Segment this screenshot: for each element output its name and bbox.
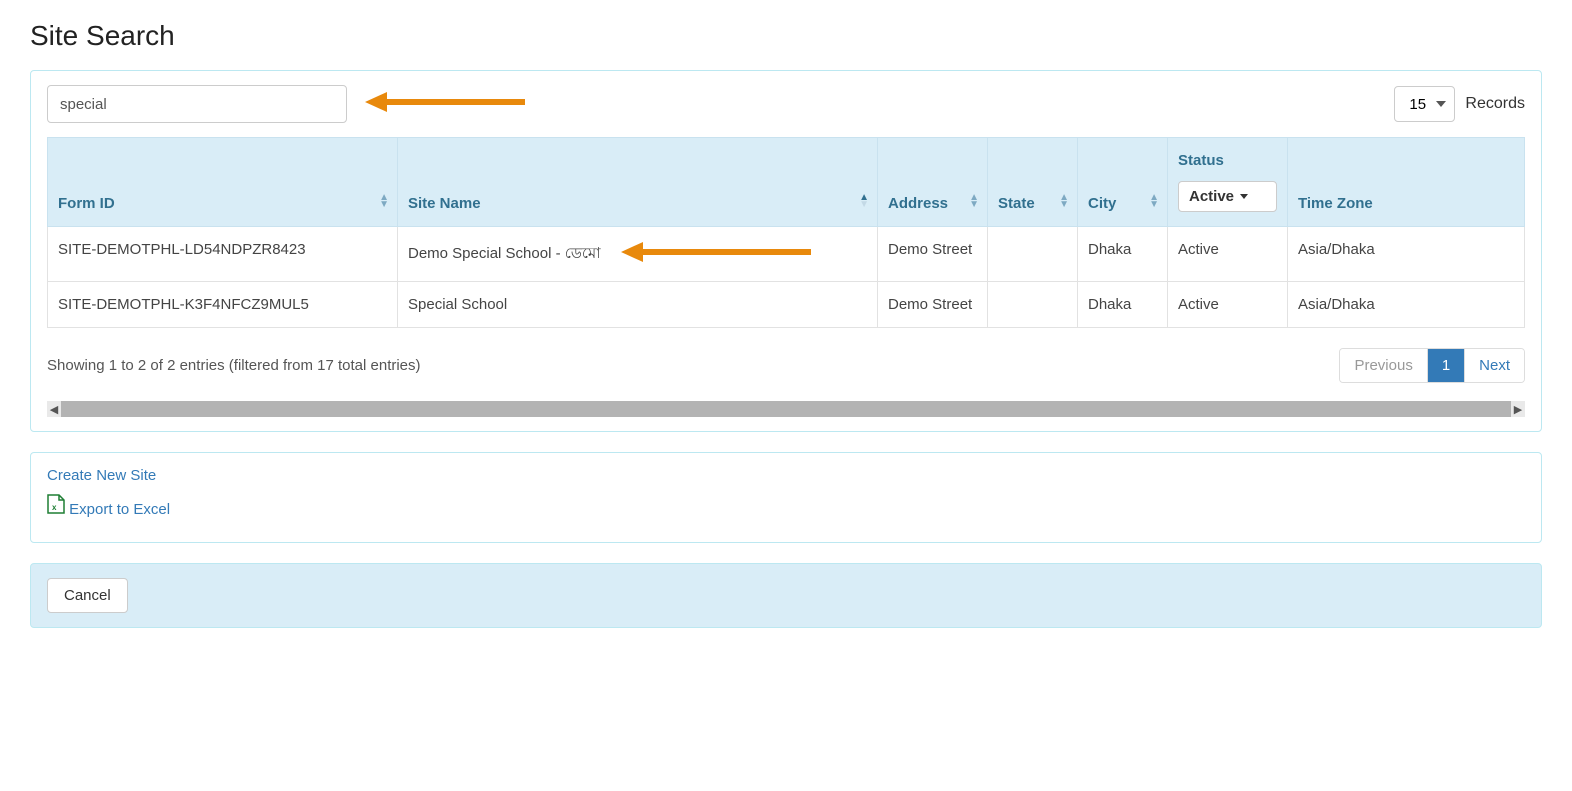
scroll-right-icon[interactable]: ▶ bbox=[1511, 401, 1525, 417]
cell-state bbox=[988, 227, 1078, 282]
page-1-button[interactable]: 1 bbox=[1427, 349, 1464, 382]
cell-site-name: Special School bbox=[398, 282, 878, 328]
horizontal-scrollbar[interactable]: ◀ ▶ bbox=[47, 401, 1525, 417]
col-header-form-id[interactable]: Form ID ▲▼ bbox=[48, 138, 398, 227]
cell-address: Demo Street bbox=[878, 282, 988, 328]
col-header-state[interactable]: State ▲▼ bbox=[988, 138, 1078, 227]
excel-file-icon: x bbox=[47, 501, 69, 518]
actions-panel: Create New Site x Export to Excel bbox=[30, 452, 1542, 543]
svg-text:x: x bbox=[52, 503, 57, 512]
scroll-left-icon[interactable]: ◀ bbox=[47, 401, 61, 417]
sort-icon: ▲▼ bbox=[379, 195, 389, 208]
col-header-city[interactable]: City ▲▼ bbox=[1078, 138, 1168, 227]
search-panel: 15 Records Form ID ▲▼ Site Name ▲▼ Addre… bbox=[30, 70, 1542, 432]
table-info-text: Showing 1 to 2 of 2 entries (filtered fr… bbox=[47, 357, 421, 374]
chevron-down-icon bbox=[1240, 194, 1248, 199]
footer-panel: Cancel bbox=[30, 563, 1542, 628]
cell-status: Active bbox=[1168, 227, 1288, 282]
sort-icon: ▲▼ bbox=[969, 195, 979, 208]
records-label: Records bbox=[1465, 95, 1525, 113]
cell-address: Demo Street bbox=[878, 227, 988, 282]
annotation-arrow-icon bbox=[621, 250, 811, 267]
cell-city: Dhaka bbox=[1078, 282, 1168, 328]
sort-icon: ▲▼ bbox=[1149, 195, 1159, 208]
cell-status: Active bbox=[1168, 282, 1288, 328]
page-title: Site Search bbox=[30, 20, 1542, 52]
sort-icon: ▲▼ bbox=[1059, 195, 1069, 208]
col-header-time-zone[interactable]: Time Zone bbox=[1288, 138, 1525, 227]
search-input[interactable] bbox=[47, 85, 347, 123]
sort-asc-icon: ▲▼ bbox=[859, 195, 869, 208]
pagination: Previous 1 Next bbox=[1339, 348, 1525, 383]
col-header-address[interactable]: Address ▲▼ bbox=[878, 138, 988, 227]
col-header-status[interactable]: Status Active bbox=[1168, 138, 1288, 227]
records-per-page-select[interactable]: 15 bbox=[1394, 86, 1455, 122]
col-header-site-name[interactable]: Site Name ▲▼ bbox=[398, 138, 878, 227]
export-to-excel-link[interactable]: x Export to Excel bbox=[47, 494, 1525, 518]
cell-site-name: Demo Special School - ডেমো bbox=[398, 227, 878, 282]
table-row[interactable]: SITE-DEMOTPHL-K3F4NFCZ9MUL5 Special Scho… bbox=[48, 282, 1525, 328]
cell-time-zone: Asia/Dhaka bbox=[1288, 282, 1525, 328]
status-filter-dropdown[interactable]: Active bbox=[1178, 181, 1277, 212]
cell-time-zone: Asia/Dhaka bbox=[1288, 227, 1525, 282]
next-page-button[interactable]: Next bbox=[1464, 349, 1524, 382]
annotation-arrow-icon bbox=[365, 90, 525, 119]
cancel-button[interactable]: Cancel bbox=[47, 578, 128, 613]
cell-form-id: SITE-DEMOTPHL-K3F4NFCZ9MUL5 bbox=[48, 282, 398, 328]
create-new-site-link[interactable]: Create New Site bbox=[47, 467, 1525, 484]
cell-form-id: SITE-DEMOTPHL-LD54NDPZR8423 bbox=[48, 227, 398, 282]
previous-page-button[interactable]: Previous bbox=[1340, 349, 1426, 382]
cell-city: Dhaka bbox=[1078, 227, 1168, 282]
cell-state bbox=[988, 282, 1078, 328]
table-row[interactable]: SITE-DEMOTPHL-LD54NDPZR8423 Demo Special… bbox=[48, 227, 1525, 282]
results-table: Form ID ▲▼ Site Name ▲▼ Address ▲▼ State… bbox=[47, 137, 1525, 328]
